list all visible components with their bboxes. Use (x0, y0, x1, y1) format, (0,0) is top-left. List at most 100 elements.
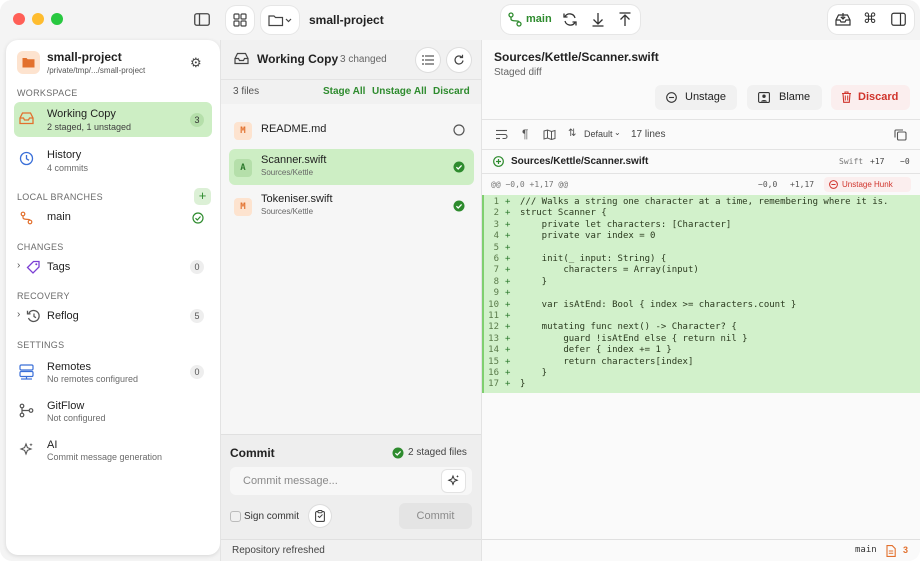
diff-mode-select[interactable]: Default (584, 129, 613, 139)
added-marker: + (505, 276, 511, 287)
trash-icon (842, 91, 851, 103)
added-marker: + (505, 356, 511, 367)
line-number: 13 (488, 333, 499, 344)
commit-button[interactable]: Commit (399, 503, 472, 529)
blame-button[interactable]: Blame (747, 85, 822, 110)
diff-line: 12 + mutating func next() -> Character? { (485, 322, 920, 333)
sidebar-toggle-icon[interactable] (193, 11, 211, 27)
stage-all-button[interactable]: Stage All (323, 86, 365, 97)
chevron-right-icon[interactable]: › (17, 309, 20, 320)
generate-message-button[interactable] (442, 470, 465, 492)
pull-icon[interactable] (591, 12, 605, 27)
line-number: 9 (493, 288, 499, 299)
line-number: 4 (493, 231, 499, 242)
repository-settings-gear-icon[interactable]: ⚙ (190, 55, 202, 71)
inbox-download-icon[interactable] (835, 12, 851, 27)
current-branch[interactable]: main (526, 13, 552, 25)
map-icon[interactable] (543, 129, 556, 140)
chevron-down-icon[interactable]: ⌄ (614, 128, 621, 137)
sidebar-item-tags[interactable]: › Tags 0 (14, 257, 212, 277)
code-text: } (520, 379, 526, 390)
unstage-all-button[interactable]: Unstage All (372, 86, 427, 97)
file-path: Sources/Kettle (261, 168, 314, 177)
zoom-window-button[interactable] (51, 13, 63, 25)
repository-menu-button[interactable] (261, 6, 299, 34)
reflog-label: Reflog (47, 310, 79, 322)
code-text: defer { index += 1 } (520, 345, 672, 356)
sidebar-item-reflog[interactable]: › Reflog 5 (14, 306, 212, 326)
status-branch: main (855, 545, 877, 555)
added-marker: + (505, 333, 511, 344)
sign-commit-checkbox[interactable] (230, 511, 241, 522)
file-language: Swift (839, 157, 864, 166)
toolbar: small-project main ⌘ (0, 0, 920, 40)
panel-title: Working Copy (257, 52, 339, 66)
added-marker: + (505, 265, 511, 276)
code-text: return characters[index] (520, 356, 694, 367)
push-icon[interactable] (618, 12, 632, 27)
sync-icon[interactable] (562, 12, 578, 27)
command-icon[interactable]: ⌘ (863, 10, 877, 27)
sidebar-item-history[interactable]: History 4 commits (14, 143, 212, 178)
file-row-tokeniser[interactable]: M Tokeniser.swift Sources/Kettle (229, 188, 474, 224)
line-number: 5 (493, 242, 499, 253)
close-window-button[interactable] (13, 13, 25, 25)
working-copy-count-badge: 3 (190, 113, 204, 127)
diff-line: 16 + } (485, 368, 920, 379)
gitflow-icon (19, 403, 34, 418)
line-number: 11 (488, 311, 499, 321)
unstaged-circle-icon[interactable] (453, 124, 465, 136)
file-row-scanner[interactable]: A Scanner.swift Sources/Kettle (229, 149, 474, 185)
unstage-button[interactable]: Unstage (655, 85, 737, 110)
branch-controls: main (501, 5, 640, 34)
minimize-window-button[interactable] (32, 13, 44, 25)
sidebar-item-gitflow[interactable]: GitFlow Not configured (14, 395, 212, 429)
status-bar: Repository refreshed (221, 539, 482, 561)
sidebar-item-ai[interactable]: AI Commit message generation (14, 434, 212, 468)
text-wrap-icon[interactable] (495, 129, 508, 140)
discard-button[interactable]: Discard (831, 85, 910, 110)
additions-count: +17 (870, 157, 885, 166)
server-icon (19, 364, 34, 380)
grid-view-button[interactable] (226, 6, 254, 34)
pilcrow-icon[interactable]: ¶ (522, 127, 528, 141)
file-row-readme[interactable]: M README.md (229, 112, 474, 148)
divider (221, 79, 482, 80)
tray-icon (234, 52, 249, 65)
sparkles-icon (19, 442, 33, 456)
added-marker: + (505, 299, 511, 310)
refresh-button[interactable] (447, 48, 471, 72)
commit-message-input[interactable]: Commit message... (230, 467, 472, 495)
unstage-hunk-button[interactable]: Unstage Hunk (824, 177, 911, 192)
diff-line: 1 + /// Walks a string one character at a … (485, 197, 920, 208)
added-marker: + (505, 208, 511, 219)
clock-icon (19, 151, 34, 166)
tags-label: Tags (47, 261, 71, 273)
staged-check-icon[interactable] (453, 200, 465, 212)
line-number: 16 (488, 368, 499, 378)
diff-line: 15 + return characters[index] (485, 357, 920, 368)
repository-title: small-project (309, 13, 384, 27)
branch-icon (20, 211, 33, 225)
modified-files-icon[interactable] (886, 545, 896, 557)
discard-all-button[interactable]: Discard (433, 86, 470, 97)
sidebar-item-remotes[interactable]: Remotes No remotes configured 0 (14, 356, 212, 390)
added-marker: + (505, 322, 511, 333)
minus-circle-icon (829, 180, 838, 189)
copy-icon[interactable] (894, 129, 907, 141)
ai-label: AI (47, 439, 58, 451)
code-text: /// Walks a string one character at a ti… (520, 197, 889, 207)
sidebar-item-working-copy[interactable]: Working Copy 2 staged, 1 unstaged 3 (14, 102, 212, 137)
line-number: 14 (488, 345, 499, 356)
sidebar-item-branch-main[interactable]: main (14, 208, 212, 228)
chevron-right-icon[interactable]: › (17, 260, 20, 271)
commit-options-button[interactable] (309, 505, 331, 527)
staged-check-icon[interactable] (453, 161, 465, 173)
code-text: private let characters: [Character] (520, 219, 732, 230)
list-view-button[interactable] (416, 48, 440, 72)
changed-count: 3 changed (340, 54, 387, 65)
added-marker: + (505, 379, 511, 390)
sidebar-right-icon[interactable] (891, 12, 906, 27)
file-name: README.md (261, 123, 327, 135)
add-branch-button[interactable]: + (194, 188, 211, 205)
